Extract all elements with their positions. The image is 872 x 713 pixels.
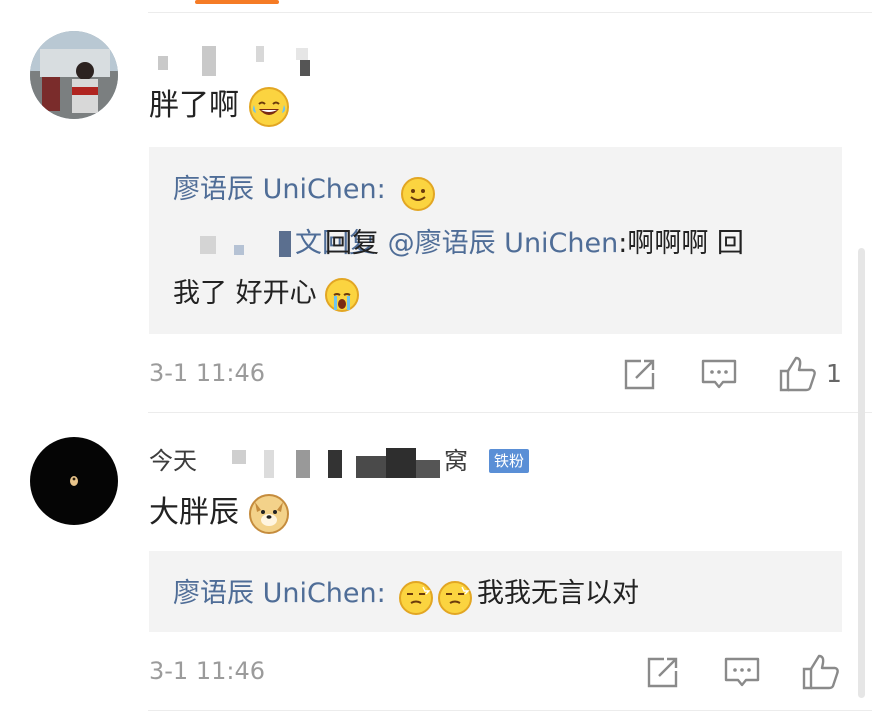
reply-author[interactable]: 廖语辰 UniChen: xyxy=(173,174,386,205)
share-icon xyxy=(624,359,655,390)
comment-content: 胖了啊 xyxy=(149,86,289,127)
username-suffix[interactable]: 窝 xyxy=(444,445,468,477)
timestamp: 3-1 11:46 xyxy=(149,657,265,685)
share-icon xyxy=(647,657,678,688)
username-blurred[interactable] xyxy=(158,56,168,70)
avatar-photo xyxy=(70,476,78,486)
scrollbar[interactable] xyxy=(858,248,865,698)
username-blurred xyxy=(232,450,246,464)
nested-reply-line1-rest: 回复 @廖语辰 UniChen:啊啊啊 回 xyxy=(325,228,744,259)
comment-icon xyxy=(724,657,760,687)
smile-emoji xyxy=(400,176,435,211)
share-button[interactable] xyxy=(641,650,685,694)
like-button[interactable] xyxy=(799,650,843,694)
like-button[interactable] xyxy=(776,352,820,396)
reply-author[interactable]: 廖语辰 UniChen: xyxy=(173,578,386,609)
username-blurred xyxy=(256,46,264,62)
username-blurred xyxy=(356,456,386,478)
cry-emoji xyxy=(325,277,360,312)
nested-username-blurred xyxy=(279,231,291,257)
username-blurred xyxy=(328,450,342,478)
dizzy-emoji xyxy=(437,580,472,615)
username-blurred xyxy=(202,46,216,76)
username-blurred xyxy=(300,60,310,76)
mention-link[interactable]: @廖语辰 UniChen xyxy=(388,228,619,259)
comment-content: 大胖辰 xyxy=(149,493,289,534)
thumbs-up-icon xyxy=(779,356,816,392)
username-prefix[interactable]: 今天 xyxy=(149,445,197,477)
reply-quote-box[interactable]: 廖语辰 UniChen: 我我无言以对 xyxy=(149,551,842,632)
comment-icon xyxy=(701,359,737,389)
top-divider xyxy=(148,12,872,13)
reply-quote-box[interactable]: 廖语辰 UniChen: 文回复 回复 @廖语辰 UniChen:啊啊啊 回 我… xyxy=(149,147,842,334)
username-blurred xyxy=(264,450,274,478)
nested-username-blurred xyxy=(200,236,216,254)
username-blurred xyxy=(296,48,308,60)
laugh-cry-emoji xyxy=(248,86,289,127)
bottom-divider xyxy=(148,710,872,711)
username-blurred xyxy=(386,448,416,478)
dizzy-emoji xyxy=(398,580,433,615)
reply-row: 廖语辰 UniChen: 我我无言以对 xyxy=(173,571,639,615)
doge-emoji xyxy=(248,493,289,534)
fan-badge: 铁粉 xyxy=(489,449,530,473)
username-blurred xyxy=(416,460,440,478)
reply-text: 我我无言以对 xyxy=(477,578,640,609)
avatar-photo xyxy=(30,31,118,119)
reply-row: 廖语辰 UniChen: xyxy=(173,167,435,211)
nested-reply-line2: 我了 好开心 xyxy=(173,268,360,320)
share-button[interactable] xyxy=(618,352,662,396)
timestamp: 3-1 11:46 xyxy=(149,359,265,387)
username-blurred xyxy=(296,450,310,478)
like-count: 1 xyxy=(826,359,842,388)
avatar[interactable] xyxy=(30,437,118,525)
nested-username-blurred xyxy=(234,245,244,255)
comment-button[interactable] xyxy=(720,650,764,694)
comment-divider xyxy=(148,412,872,413)
comment-button[interactable] xyxy=(697,352,741,396)
avatar[interactable] xyxy=(30,31,118,119)
thumbs-up-icon xyxy=(802,654,839,690)
